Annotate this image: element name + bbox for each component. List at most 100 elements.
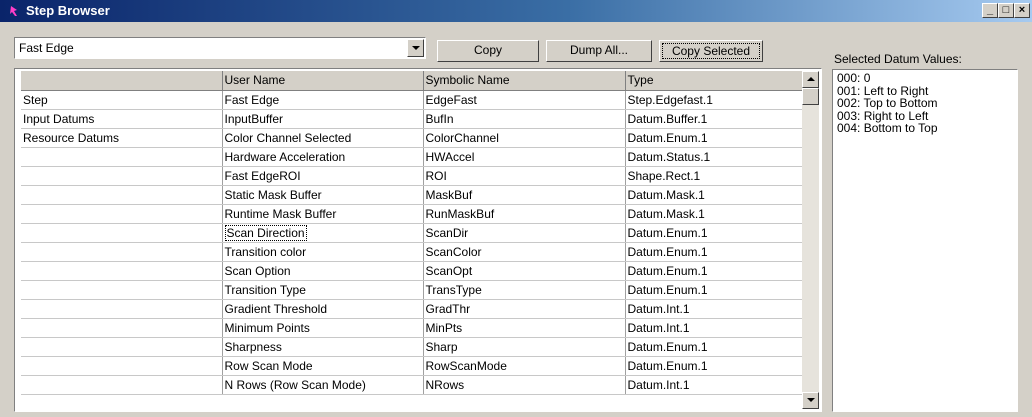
cell-type[interactable]: Datum.Enum.1 [625,337,806,357]
col-header-category[interactable] [21,71,223,91]
step-select[interactable]: Fast Edge [14,37,426,59]
cell-type[interactable]: Datum.Int.1 [625,318,806,338]
cell-type[interactable]: Datum.Enum.1 [625,223,806,243]
cell-type[interactable]: Datum.Status.1 [625,147,806,167]
minimize-button[interactable]: _ [982,3,998,18]
col-header-type[interactable]: Type [625,71,806,91]
cell-user-name[interactable]: Gradient Threshold [222,299,424,319]
table-row[interactable]: Hardware Acceleration HWAccel Datum.Status… [21,147,806,167]
cell-user-name[interactable]: Static Mask Buffer [222,185,424,205]
cell-type[interactable]: Shape.Rect.1 [625,166,806,186]
cell-user-name[interactable]: Sharpness [222,337,424,357]
cell-user-name[interactable]: Fast Edge [222,90,424,110]
cell-symbolic-name[interactable]: RowScanMode [423,356,626,376]
cell-symbolic-name[interactable]: MaskBuf [423,185,626,205]
dropdown-button[interactable] [407,39,424,57]
cell-user-name[interactable]: InputBuffer [222,109,424,129]
close-button[interactable]: × [1014,3,1030,18]
table-row[interactable]: Transition Type TransType Datum.Enum.1 [21,280,806,300]
table-row[interactable]: Input Datums InputBuffer BufIn Datum.Buffer… [21,109,806,129]
cell-type[interactable]: Datum.Int.1 [625,375,806,395]
cell-symbolic-name[interactable]: MinPts [423,318,626,338]
copy-selected-button[interactable]: Copy Selected [659,40,763,62]
selected-values-list[interactable]: 000: 0 001: Left to Right 002: Top to Bott… [832,69,1018,412]
cell-category[interactable] [21,337,223,357]
value-item[interactable]: 004: Bottom to Top [837,122,1017,135]
cell-symbolic-name[interactable]: NRows [423,375,626,395]
cell-category[interactable] [21,242,223,262]
cell-type[interactable]: Datum.Enum.1 [625,261,806,281]
cell-category[interactable] [21,185,223,205]
cell-symbolic-name[interactable]: ScanOpt [423,261,626,281]
table-row[interactable]: Sharpness Sharp Datum.Enum.1 [21,337,806,357]
value-item[interactable]: 002: Top to Bottom [837,97,1017,110]
table-row[interactable]: Scan Option ScanOpt Datum.Enum.1 [21,261,806,281]
cell-type[interactable]: Datum.Buffer.1 [625,109,806,129]
value-item[interactable]: 000: 0 [837,72,1017,85]
cell-category[interactable] [21,375,223,395]
cell-category[interactable] [21,318,223,338]
table-row[interactable]: Resource Datums Color Channel Selected Col… [21,128,806,148]
cell-user-name[interactable]: Row Scan Mode [222,356,424,376]
cell-user-name[interactable]: Color Channel Selected [222,128,424,148]
vertical-scrollbar[interactable] [802,71,819,409]
cell-category[interactable] [21,280,223,300]
cell-category[interactable] [21,223,223,243]
cell-category[interactable] [21,204,223,224]
table-row[interactable]: Row Scan Mode RowScanMode Datum.Enum.1 [21,356,806,376]
table-row[interactable]: Transition color ScanColor Datum.Enum.1 [21,242,806,262]
cell-user-name[interactable]: Runtime Mask Buffer [222,204,424,224]
cell-type[interactable]: Step.Edgefast.1 [625,90,806,110]
cell-user-name[interactable]: Scan Option [222,261,424,281]
cell-category[interactable]: Input Datums [21,109,223,129]
copy-button[interactable]: Copy [437,40,539,62]
cell-symbolic-name[interactable]: EdgeFast [423,90,626,110]
table-row[interactable]: Static Mask Buffer MaskBuf Datum.Mask.1 [21,185,806,205]
cell-type[interactable]: Datum.Mask.1 [625,204,806,224]
table-row[interactable]: Fast EdgeROI ROI Shape.Rect.1 [21,166,806,186]
cell-type[interactable]: Datum.Mask.1 [625,185,806,205]
table-row[interactable]: Scan Direction ScanDir Datum.Enum.1 [21,223,806,243]
cell-symbolic-name[interactable]: BufIn [423,109,626,129]
cell-user-name[interactable]: Transition color [222,242,424,262]
table-row[interactable]: Step Fast Edge EdgeFast Step.Edgefast.1 [21,90,806,110]
maximize-button[interactable]: □ [998,3,1014,18]
cell-category[interactable]: Resource Datums [21,128,223,148]
cell-symbolic-name[interactable]: HWAccel [423,147,626,167]
table-row[interactable]: Runtime Mask Buffer RunMaskBuf Datum.Mask.… [21,204,806,224]
col-header-symbolic-name[interactable]: Symbolic Name [423,71,626,91]
cell-symbolic-name[interactable]: ScanDir [423,223,626,243]
table-row[interactable]: N Rows (Row Scan Mode) NRows Datum.Int.1 [21,375,806,395]
cell-symbolic-name[interactable]: RunMaskBuf [423,204,626,224]
cell-symbolic-name[interactable]: Sharp [423,337,626,357]
table-row[interactable]: Gradient Threshold GradThr Datum.Int.1 [21,299,806,319]
cell-symbolic-name[interactable]: GradThr [423,299,626,319]
scroll-thumb[interactable] [802,88,819,105]
dump-all-button[interactable]: Dump All... [546,40,652,62]
cell-category[interactable]: Step [21,90,223,110]
cell-category[interactable] [21,299,223,319]
datum-grid[interactable]: User Name Symbolic Name Type Step Fast Ed… [14,68,822,412]
scroll-down-button[interactable] [802,392,819,409]
cell-type[interactable]: Datum.Enum.1 [625,356,806,376]
scroll-up-button[interactable] [802,71,819,88]
cell-category[interactable] [21,147,223,167]
cell-category[interactable] [21,261,223,281]
cell-user-name[interactable]: Fast EdgeROI [222,166,424,186]
cell-type[interactable]: Datum.Int.1 [625,299,806,319]
cell-type[interactable]: Datum.Enum.1 [625,242,806,262]
cell-symbolic-name[interactable]: ROI [423,166,626,186]
cell-type[interactable]: Datum.Enum.1 [625,280,806,300]
cell-user-name[interactable]: Minimum Points [222,318,424,338]
col-header-user-name[interactable]: User Name [222,71,424,91]
cell-user-name[interactable]: Transition Type [222,280,424,300]
table-row[interactable]: Minimum Points MinPts Datum.Int.1 [21,318,806,338]
cell-symbolic-name[interactable]: ColorChannel [423,128,626,148]
cell-symbolic-name[interactable]: TransType [423,280,626,300]
cell-user-name[interactable]: Scan Direction [222,223,424,243]
cell-category[interactable] [21,356,223,376]
cell-type[interactable]: Datum.Enum.1 [625,128,806,148]
cell-symbolic-name[interactable]: ScanColor [423,242,626,262]
cell-user-name[interactable]: N Rows (Row Scan Mode) [222,375,424,395]
cell-user-name[interactable]: Hardware Acceleration [222,147,424,167]
